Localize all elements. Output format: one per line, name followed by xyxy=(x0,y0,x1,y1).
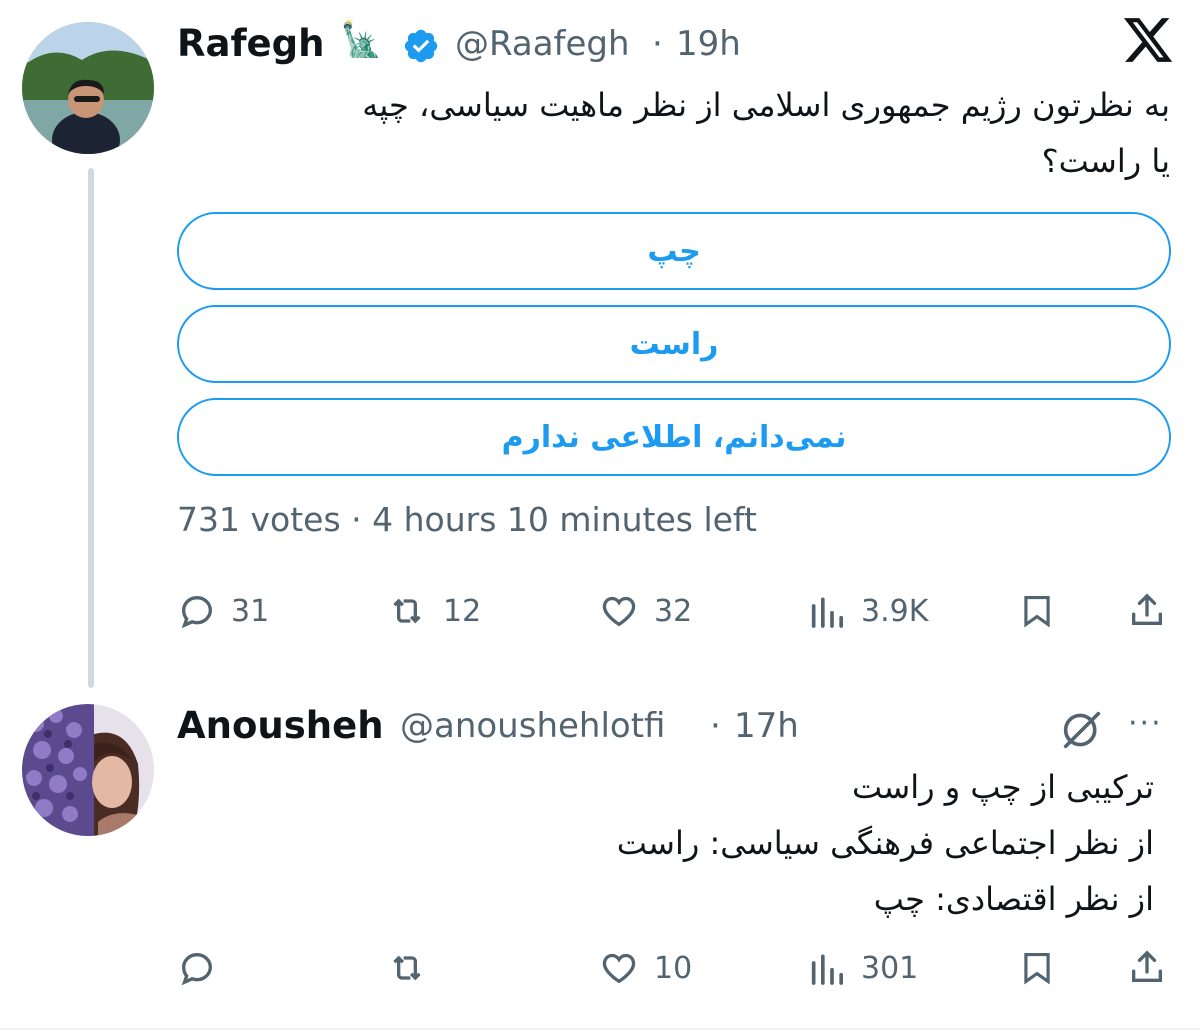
author-handle[interactable]: @Raafegh xyxy=(455,24,630,64)
reply-button[interactable]: 31 xyxy=(177,591,269,631)
poll-votes: 731 votes xyxy=(177,500,341,539)
reply-text-line-3: از نظر اقتصادی: چپ xyxy=(873,880,1154,918)
reply-views-button[interactable]: 301 xyxy=(807,948,918,988)
poll-info: 731 votes · 4 hours 10 minutes left xyxy=(177,500,757,539)
thread-line xyxy=(88,168,94,688)
poll-option-dont-know[interactable]: نمی‌دانم، اطلاعی ندارم xyxy=(177,398,1171,476)
author-name[interactable]: Rafegh xyxy=(177,22,324,65)
avatar-photo xyxy=(22,704,154,836)
like-icon xyxy=(602,953,636,984)
verified-badge-icon xyxy=(402,27,440,69)
reply-text-line-2: از نظر اجتماعی فرهنگی سیاسی: راست xyxy=(616,824,1154,862)
bottom-divider xyxy=(0,1028,1200,1030)
like-count: 32 xyxy=(654,593,693,629)
reply-like-count: 10 xyxy=(654,950,693,986)
poll-separator: · xyxy=(351,500,362,539)
bookmark-button[interactable] xyxy=(1018,591,1056,631)
bookmark-icon xyxy=(1024,952,1050,985)
reply-views-count: 301 xyxy=(861,950,919,986)
avatar-photo xyxy=(22,22,154,154)
tweet-text-line-2: یا راست؟ xyxy=(1041,142,1170,180)
bookmark-icon xyxy=(1024,595,1050,628)
reply-bookmark-button[interactable] xyxy=(1018,948,1056,988)
views-button[interactable]: 3.9K xyxy=(807,591,928,631)
meta-separator: · xyxy=(652,24,663,64)
reply-count: 31 xyxy=(231,593,270,629)
statue-of-liberty-emoji: 🗽 xyxy=(340,20,383,60)
poll-option-left[interactable]: چپ xyxy=(177,212,1171,290)
reply-like-button[interactable]: 10 xyxy=(598,948,692,988)
repost-button[interactable]: 12 xyxy=(385,591,481,631)
repost-icon xyxy=(393,955,421,981)
views-icon xyxy=(811,954,843,985)
more-icon[interactable]: ··· xyxy=(1128,706,1163,741)
views-count: 3.9K xyxy=(861,593,929,629)
tweet-time[interactable]: 19h xyxy=(676,24,741,64)
like-button[interactable]: 32 xyxy=(598,591,692,631)
poll-time-left: 4 hours 10 minutes left xyxy=(372,500,757,539)
views-icon xyxy=(811,597,843,628)
share-button[interactable] xyxy=(1127,589,1167,631)
reply-share-button[interactable] xyxy=(1127,946,1167,988)
reply-icon xyxy=(181,952,213,986)
x-logo-icon[interactable] xyxy=(1124,18,1174,68)
repost-icon xyxy=(393,598,421,624)
repost-count: 12 xyxy=(443,593,482,629)
reply-meta-separator: · xyxy=(710,706,721,746)
avatar-anousheh[interactable] xyxy=(22,704,154,836)
tweet-text-line-1: به نظرتون رژیم جمهوری اسلامی از نظر ماهی… xyxy=(362,86,1170,124)
reply-author-name[interactable]: Anousheh xyxy=(177,704,384,747)
poll-option-right[interactable]: راست xyxy=(177,305,1171,383)
share-icon xyxy=(1132,950,1162,982)
reply-time[interactable]: 17h xyxy=(734,706,799,746)
reply-icon xyxy=(181,595,213,629)
reply-reply-button[interactable] xyxy=(177,948,231,988)
like-icon xyxy=(602,596,636,627)
avatar-rafegh[interactable] xyxy=(22,22,154,154)
share-icon xyxy=(1132,593,1162,625)
reply-author-handle[interactable]: @anoushehlotfi xyxy=(400,706,665,746)
reply-repost-button[interactable] xyxy=(385,948,443,988)
reply-text-line-1: ترکیبی از چپ و راست xyxy=(851,768,1154,806)
grok-icon[interactable] xyxy=(1060,710,1104,754)
